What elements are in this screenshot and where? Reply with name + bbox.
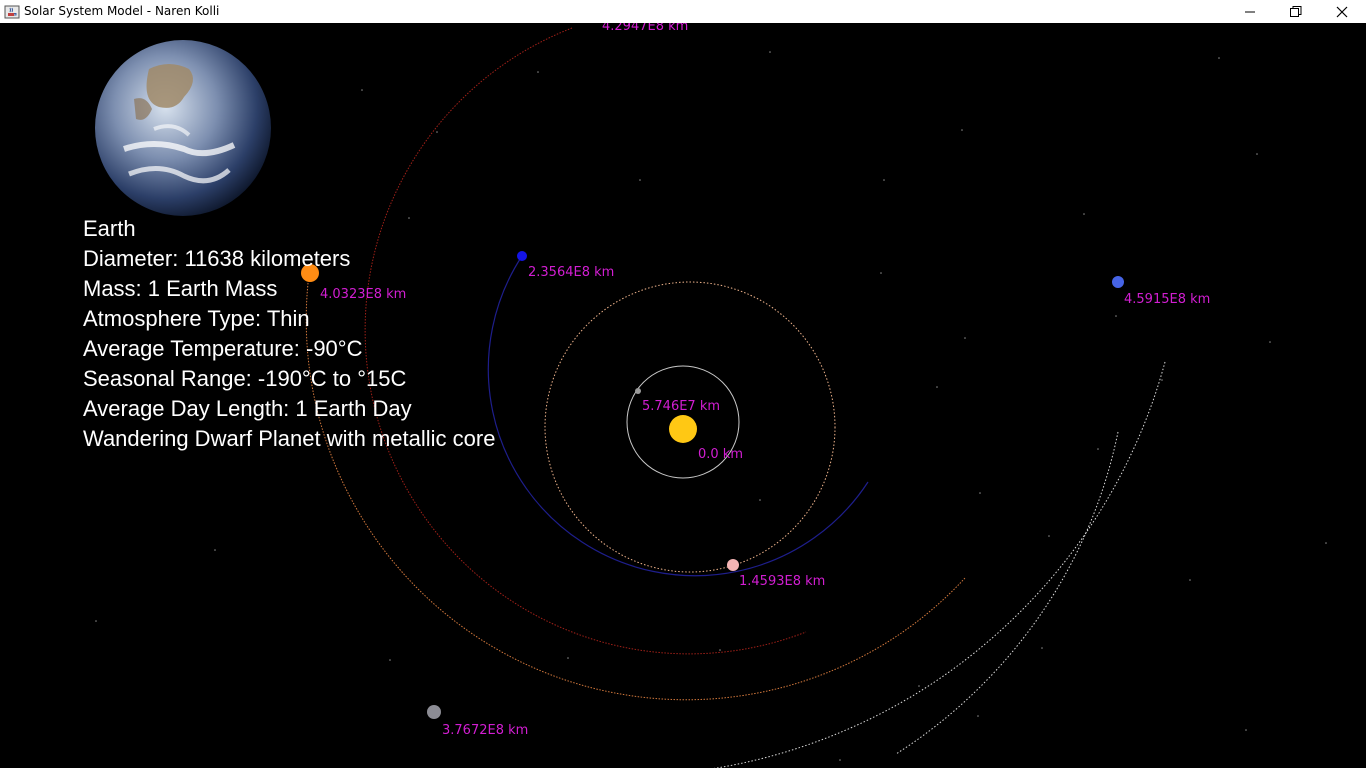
planet-gray-large[interactable] [427,705,441,719]
planet-blue-distance-label: 4.5915E8 km [1124,292,1210,307]
planet-gray-large-distance-label: 3.7672E8 km [442,723,528,738]
info-diameter: Diameter: 11638 kilometers [83,246,351,271]
planet-blue[interactable] [1112,276,1124,288]
restore-button[interactable] [1273,0,1319,23]
planet-gray-small-distance-label: 5.746E7 km [642,399,720,414]
orbit-7 [713,361,1166,768]
minimize-button[interactable] [1227,0,1273,23]
minimize-icon [1245,11,1255,12]
info-day-length: Average Day Length: 1 Earth Day [83,396,412,421]
planet-gray-small[interactable] [635,388,641,394]
info-mass: Mass: 1 Earth Mass [83,276,278,301]
title-bar[interactable]: Solar System Model - Naren Kolli [0,0,1366,23]
close-icon [1336,6,1348,17]
sun-distance-label: 0.0 km [698,447,743,462]
planet-name: Earth [83,216,136,241]
planet-blue-dark[interactable] [517,251,527,261]
info-avg-temperature: Average Temperature: -90°C [83,336,363,361]
window-title: Solar System Model - Naren Kolli [24,4,220,18]
java-cup-icon [4,4,20,20]
orbit-6 [895,431,1119,755]
planet-pink[interactable] [727,559,739,571]
info-seasonal-range: Seasonal Range: -190°C to °15C [83,366,407,391]
planet-blue-dark-distance-label: 2.3564E8 km [528,265,614,280]
close-button[interactable] [1319,0,1365,23]
planet-pink-distance-label: 1.4593E8 km [739,574,825,589]
earth-image [95,40,271,216]
info-atmosphere: Atmosphere Type: Thin [83,306,310,331]
info-description: Wandering Dwarf Planet with metallic cor… [83,426,496,451]
planet-info-panel: Earth Diameter: 11638 kilometers Mass: 1… [83,214,495,454]
sun[interactable] [669,415,697,443]
planet-offscreen-top-distance-label: 4.2947E8 km [602,23,688,34]
restore-icon [1290,5,1302,17]
